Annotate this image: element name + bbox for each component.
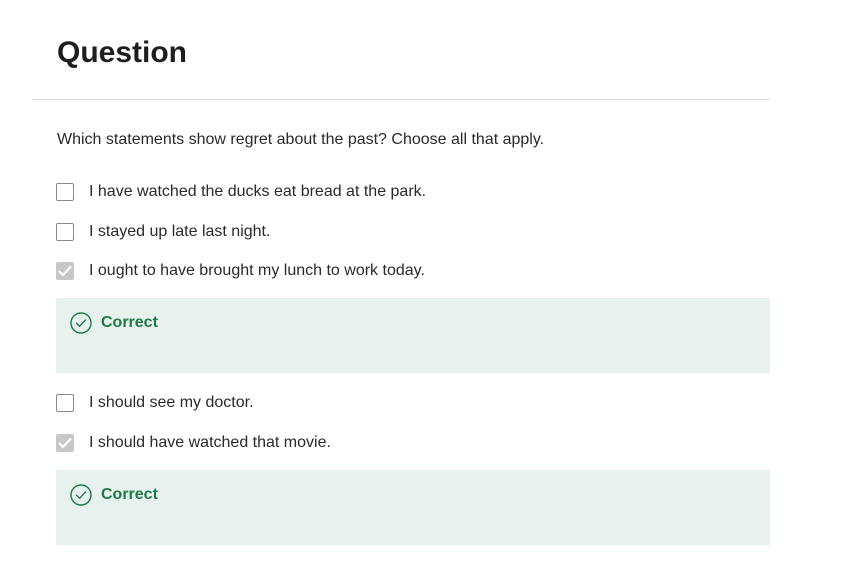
answer-option[interactable]: I should see my doctor. <box>56 392 254 414</box>
page-title: Question <box>57 36 188 69</box>
checkbox[interactable] <box>56 223 74 241</box>
checkbox-checked[interactable] <box>56 434 74 452</box>
option-label: I should see my doctor. <box>89 394 254 411</box>
check-circle-icon <box>70 484 92 506</box>
checkbox[interactable] <box>56 394 74 412</box>
feedback-text: Correct <box>101 486 158 503</box>
option-label: I should have watched that movie. <box>89 434 331 451</box>
answer-option[interactable]: I should have watched that movie. <box>56 432 331 454</box>
feedback-text: Correct <box>101 314 158 331</box>
option-label: I stayed up late last night. <box>89 223 271 240</box>
answer-option[interactable]: I ought to have brought my lunch to work… <box>56 260 425 282</box>
question-prompt: Which statements show regret about the p… <box>57 131 545 148</box>
checkmark-icon <box>58 265 72 277</box>
check-circle-icon <box>70 312 92 334</box>
option-label: I ought to have brought my lunch to work… <box>89 262 425 279</box>
feedback-panel: Correct <box>56 298 770 373</box>
answer-option[interactable]: I stayed up late last night. <box>56 221 270 243</box>
checkmark-icon <box>58 437 72 449</box>
option-label: I have watched the ducks eat bread at th… <box>89 183 427 200</box>
checkbox[interactable] <box>56 183 74 201</box>
feedback-panel: Correct <box>56 470 770 545</box>
answer-option[interactable]: I have watched the ducks eat bread at th… <box>56 181 426 203</box>
checkbox-checked[interactable] <box>56 262 74 280</box>
title-divider <box>32 99 770 100</box>
